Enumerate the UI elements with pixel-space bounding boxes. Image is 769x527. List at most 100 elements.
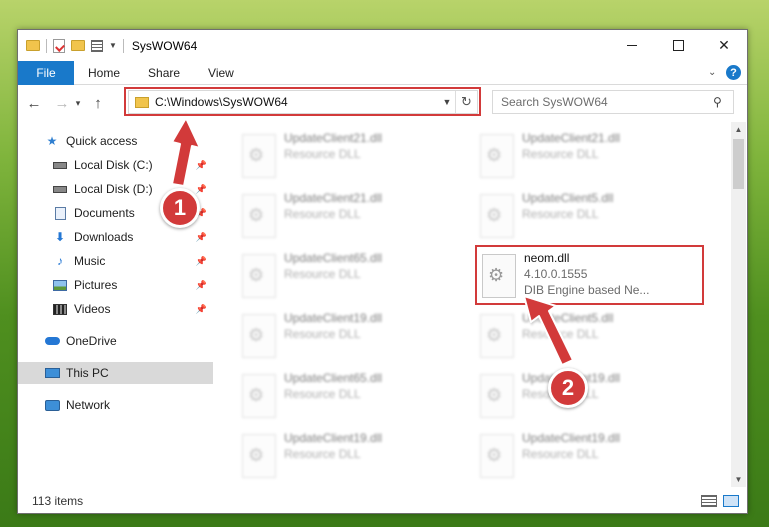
sidebar-item-label: Videos — [74, 302, 111, 316]
scroll-up-icon[interactable]: ▲ — [731, 122, 746, 137]
documents-icon — [52, 206, 68, 220]
dll-file-icon — [480, 374, 514, 418]
ribbon-tabs: File Home Share View ⌄ ? — [18, 60, 747, 85]
sidebar-item-pictures[interactable]: Pictures 📌 — [18, 274, 213, 296]
search-icon: ⚲ — [713, 95, 722, 109]
sidebar-item-label: Quick access — [66, 134, 138, 148]
file-type: Resource DLL — [284, 207, 361, 221]
toolbar-divider — [46, 38, 47, 53]
file-tile[interactable]: UpdateClient5.dll Resource DLL — [474, 188, 706, 244]
sidebar-item-label: Pictures — [74, 278, 118, 292]
toolbar-divider — [122, 38, 124, 53]
sidebar-item-onedrive[interactable]: OneDrive — [18, 330, 213, 352]
dll-file-icon — [480, 434, 514, 478]
search-box[interactable]: Search SysWOW64 ⚲ — [492, 90, 734, 114]
file-tile[interactable]: UpdateClient65.dll Resource DLL — [236, 248, 468, 304]
navigation-pane: ★ Quick access Local Disk (C:) 📌 Local D… — [18, 122, 213, 487]
file-type: Resource DLL — [522, 327, 599, 341]
customize-toolbar-chevron-icon[interactable]: ▼ — [109, 41, 117, 50]
recent-locations-chevron-icon[interactable]: ▾ — [72, 98, 84, 109]
file-type: Resource DLL — [284, 447, 361, 461]
minimize-button[interactable] — [609, 30, 655, 61]
sidebar-item-network[interactable]: Network — [18, 394, 213, 416]
sidebar-item-label: OneDrive — [66, 334, 117, 348]
details-view-icon[interactable] — [701, 495, 717, 507]
address-highlight-box — [124, 87, 481, 116]
sidebar-item-label: This PC — [66, 366, 109, 380]
star-icon: ★ — [46, 134, 58, 148]
pin-icon[interactable]: 📌 — [196, 256, 207, 267]
dll-file-icon — [242, 194, 276, 238]
sidebar-item-this-pc[interactable]: This PC — [18, 362, 213, 384]
new-folder-icon[interactable] — [71, 40, 85, 51]
pictures-icon — [52, 278, 68, 292]
tab-home[interactable]: Home — [74, 61, 134, 85]
help-icon[interactable]: ? — [726, 65, 741, 80]
tab-view[interactable]: View — [194, 61, 248, 85]
close-button[interactable]: ✕ — [701, 30, 747, 61]
file-name: UpdateClient19.dll — [284, 431, 383, 445]
view-options-icon[interactable] — [91, 39, 103, 52]
downloads-icon: ⬇ — [54, 230, 66, 244]
dll-file-icon — [242, 434, 276, 478]
scrollbar-thumb[interactable] — [733, 139, 744, 189]
sidebar-item-label: Documents — [74, 206, 135, 220]
scroll-down-icon[interactable]: ▼ — [731, 472, 746, 487]
sidebar-item-downloads[interactable]: ⬇ Downloads 📌 — [18, 226, 213, 248]
file-tile[interactable]: UpdateClient65.dll Resource DLL — [236, 368, 468, 424]
file-tile[interactable]: UpdateClient21.dll Resource DLL — [236, 128, 468, 184]
sidebar-item-label: Local Disk (C:) — [74, 158, 153, 172]
file-tile[interactable]: UpdateClient19.dllResource DLL — [474, 428, 706, 484]
videos-icon — [52, 302, 68, 316]
file-type: Resource DLL — [284, 387, 361, 401]
file-name: UpdateClient21.dll — [522, 131, 621, 145]
file-type: Resource DLL — [284, 327, 361, 341]
status-bar: 113 items — [18, 489, 747, 513]
dll-file-icon — [242, 374, 276, 418]
disk-icon — [52, 158, 68, 172]
file-name: UpdateClient65.dll — [284, 251, 383, 265]
vertical-scrollbar[interactable]: ▲ ▼ — [731, 122, 746, 487]
forward-button[interactable]: → — [52, 95, 72, 112]
expand-ribbon-chevron-icon[interactable]: ⌄ — [708, 67, 718, 78]
sidebar-item-local-disk-c[interactable]: Local Disk (C:) 📌 — [18, 154, 213, 176]
pin-icon[interactable]: 📌 — [196, 304, 207, 315]
file-type: Resource DLL — [522, 207, 599, 221]
search-input[interactable]: Search SysWOW64 — [501, 95, 713, 109]
large-icons-view-icon[interactable] — [723, 495, 739, 507]
dll-file-icon — [242, 134, 276, 178]
file-tile[interactable]: UpdateClient5.dll Resource DLL — [474, 308, 706, 364]
file-name: UpdateClient19.dll — [522, 431, 621, 445]
window-controls: ✕ — [609, 30, 747, 61]
properties-icon[interactable] — [53, 38, 65, 53]
file-tile[interactable]: UpdateClient19.dll Resource DLL — [236, 428, 468, 484]
sidebar-item-videos[interactable]: Videos 📌 — [18, 298, 213, 320]
file-name: UpdateClient19.dll — [284, 311, 383, 325]
pin-icon[interactable]: 📌 — [196, 184, 207, 195]
dll-file-icon — [480, 134, 514, 178]
maximize-button[interactable] — [655, 30, 701, 61]
onedrive-icon — [44, 334, 60, 348]
tab-file[interactable]: File — [18, 60, 74, 85]
file-type: Resource DLL — [522, 147, 599, 161]
file-tile[interactable]: UpdateClient21.dll Resource DLL — [474, 128, 706, 184]
file-tile[interactable]: UpdateClient19.dll Resource DLL — [236, 308, 468, 364]
sidebar-item-music[interactable]: ♪ Music 📌 — [18, 250, 213, 272]
view-toggle — [701, 495, 739, 507]
step-badge-2: 2 — [548, 368, 588, 408]
file-tile[interactable]: UpdateClient21.dll Resource DLL — [236, 188, 468, 244]
sidebar-item-label: Downloads — [74, 230, 134, 244]
back-button[interactable]: ← — [24, 95, 44, 112]
file-name: UpdateClient65.dll — [284, 371, 383, 385]
dll-file-icon — [242, 314, 276, 358]
up-button[interactable]: ↑ — [88, 95, 108, 112]
pin-icon[interactable]: 📌 — [196, 232, 207, 243]
sidebar-item-quick-access[interactable]: ★ Quick access — [18, 130, 213, 152]
pin-icon[interactable]: 📌 — [196, 160, 207, 171]
quick-access-toolbar: ▼ — [26, 38, 124, 53]
music-icon: ♪ — [57, 254, 63, 268]
item-count: 113 items — [32, 494, 84, 508]
tab-share[interactable]: Share — [134, 61, 194, 85]
file-tile[interactable]: UpdateClient19.dllResource DLL — [474, 368, 706, 424]
pin-icon[interactable]: 📌 — [196, 280, 207, 291]
